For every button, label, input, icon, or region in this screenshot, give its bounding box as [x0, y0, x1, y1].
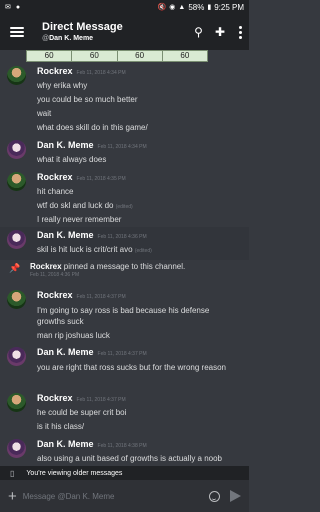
message-text: skil is hit luck is crit/crit avo (edite…: [37, 245, 152, 254]
message-text: he could be super crit boi: [37, 408, 127, 417]
message-text: you are right that ross sucks but for th…: [37, 363, 226, 372]
table-cell: 60: [118, 51, 163, 61]
message-text: hit chance: [37, 187, 74, 196]
author-name[interactable]: Rockrex: [37, 66, 73, 76]
title-box: Direct Message @Dan K. Meme: [42, 21, 194, 43]
emoji-icon[interactable]: [209, 490, 220, 502]
author-name[interactable]: Dan K. Meme: [37, 347, 94, 357]
wifi-icon: ◉: [169, 3, 176, 11]
message-text: what does skill do in this game/: [37, 123, 148, 132]
battery-level: 58%: [188, 2, 205, 12]
avatar[interactable]: [7, 347, 26, 366]
search-icon[interactable]: ⚲: [194, 26, 203, 38]
page-subtitle: @Dan K. Meme: [42, 35, 94, 42]
message-text: man rip joshuas luck: [37, 331, 110, 340]
embed-table: 60 60 60 60: [26, 50, 208, 62]
status-bar: ✉ ● 🔇 ◉ ▲ 58% ▮ 9:25 PM: [0, 0, 249, 14]
message-text: you could be so much better: [37, 95, 138, 104]
add-attachment-icon[interactable]: +: [8, 489, 17, 504]
clock: 9:25 PM: [214, 2, 244, 12]
page-title: Direct Message: [42, 21, 123, 33]
message-text: I'm going to say ross is bad because his…: [37, 306, 210, 326]
timestamp: Feb 11, 2018 4:35 PM: [76, 176, 126, 182]
avatar[interactable]: [7, 66, 26, 85]
message-text: I really never remember: [37, 215, 122, 224]
author-name[interactable]: Dan K. Meme: [37, 230, 94, 240]
message-text: also using a unit based of growths is ac…: [37, 454, 223, 463]
message-text: wait: [37, 109, 52, 118]
battery-icon: ▮: [207, 3, 212, 11]
send-icon[interactable]: [230, 490, 241, 502]
chat-bubble-icon: ▯: [10, 468, 15, 478]
timestamp: Feb 11, 2018 4:34 PM: [76, 70, 126, 76]
signal-icon: ▲: [178, 3, 186, 11]
notification-icon: ✉: [5, 3, 11, 11]
older-messages-bar[interactable]: ▯ You're viewing older messages: [0, 466, 249, 480]
timestamp: Feb 11, 2018 4:36 PM: [97, 234, 147, 240]
pin-text: Rockrex pinned a message to this channel…: [30, 262, 186, 271]
more-options-icon[interactable]: [237, 25, 243, 39]
timestamp: Feb 11, 2018 4:38 PM: [97, 443, 147, 449]
pin-icon: 📌: [9, 263, 21, 273]
app-bar: Direct Message @Dan K. Meme ⚲ ✚: [0, 14, 249, 50]
table-cell: 60: [72, 51, 118, 61]
message-list[interactable]: 60 60 60 60 Rockrex Feb 11, 2018 4:34 PM …: [0, 50, 249, 480]
timestamp: Feb 11, 2018 4:37 PM: [76, 294, 126, 300]
timestamp: Feb 11, 2018 4:36 PM: [30, 272, 80, 278]
message-text: is it his class/: [37, 422, 85, 431]
avatar[interactable]: [7, 140, 26, 159]
avatar[interactable]: [7, 172, 26, 191]
mute-icon: 🔇: [157, 3, 167, 11]
message-input[interactable]: [22, 491, 209, 501]
add-friend-icon[interactable]: ✚: [215, 26, 225, 38]
older-messages-text: You're viewing older messages: [26, 469, 123, 477]
table-cell: 60: [180, 51, 190, 60]
timestamp: Feb 11, 2018 4:37 PM: [76, 397, 126, 403]
author-name[interactable]: Rockrex: [37, 393, 73, 403]
message-composer: +: [0, 480, 249, 512]
avatar[interactable]: [7, 393, 26, 412]
message-text: wtf do skl and luck do (edited): [37, 201, 133, 210]
author-name[interactable]: Rockrex: [37, 290, 73, 300]
edited-tag: (edited): [134, 248, 152, 254]
timestamp: Feb 11, 2018 4:37 PM: [97, 351, 147, 357]
discord-icon: ●: [15, 3, 21, 11]
avatar[interactable]: [7, 290, 26, 309]
avatar[interactable]: [7, 230, 26, 249]
author-name[interactable]: Dan K. Meme: [37, 140, 94, 150]
table-cell: 60: [27, 51, 73, 61]
message-text: why erika why: [37, 81, 88, 90]
message-text: what it always does: [37, 155, 107, 164]
author-name[interactable]: Rockrex: [37, 172, 73, 182]
author-name[interactable]: Dan K. Meme: [37, 439, 94, 449]
timestamp: Feb 11, 2018 4:34 PM: [97, 144, 147, 150]
avatar[interactable]: [7, 439, 26, 458]
menu-icon[interactable]: [10, 27, 24, 37]
edited-tag: (edited): [115, 204, 133, 210]
